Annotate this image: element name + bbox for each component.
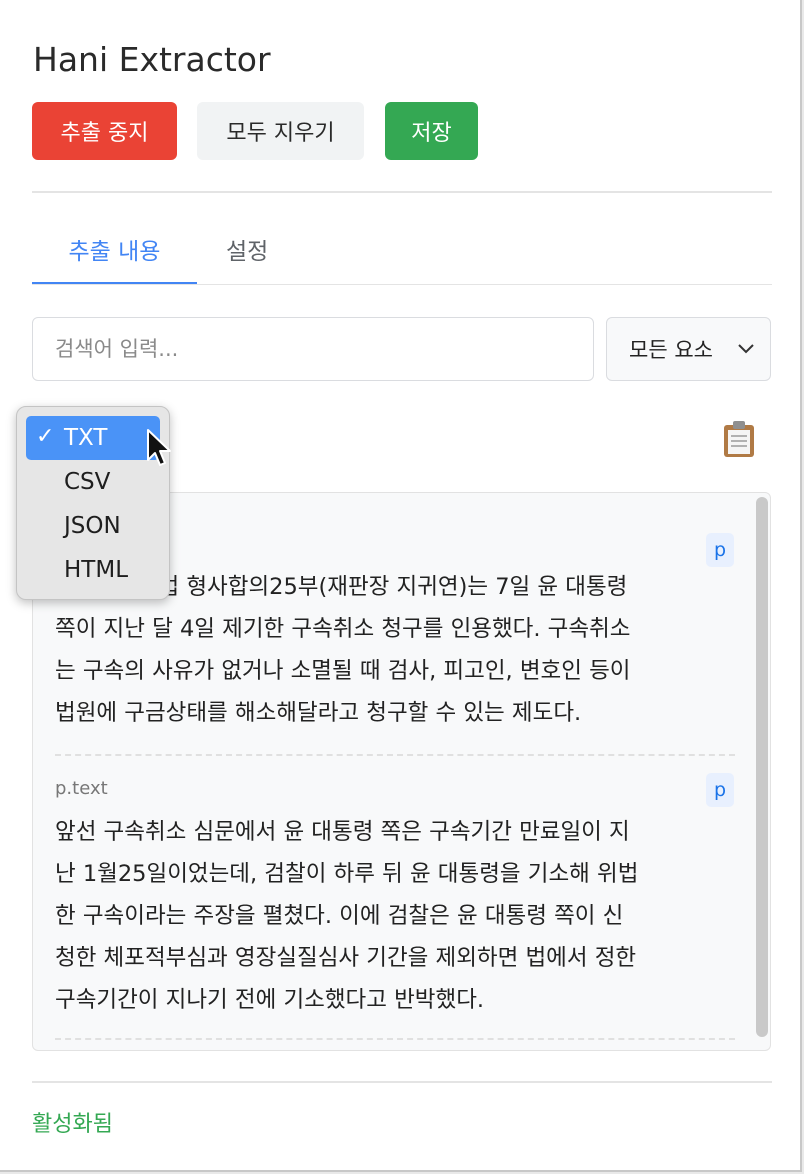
chevron-down-icon [738, 344, 754, 354]
menu-item-label: JSON [64, 513, 121, 539]
save-button[interactable]: 저장 [385, 102, 478, 160]
footer-divider [32, 1081, 772, 1083]
menu-item-label: CSV [64, 469, 111, 495]
header-divider [32, 191, 772, 193]
item-line: 구속기간이 지나기 전에 기소했다고 반박했다. [55, 987, 485, 1013]
item-separator [55, 1038, 735, 1040]
menu-item-label: TXT [64, 425, 108, 451]
mouse-cursor-icon [147, 429, 171, 466]
extension-popup: Hani Extractor 추출 중지 모두 지우기 저장 추출 내용 설정 … [0, 0, 802, 1172]
element-type-badge: p [706, 533, 734, 567]
element-type-badge: p [706, 773, 734, 807]
app-title: Hani Extractor [33, 40, 271, 79]
item-line: 는 구속의 사유가 없거나 소멸될 때 검사, 피고인, 변호인 등이 [55, 658, 631, 684]
tab-settings[interactable]: 설정 [226, 232, 268, 266]
stop-extraction-button[interactable]: 추출 중지 [32, 102, 177, 160]
scrollbar[interactable] [756, 497, 768, 1037]
status-text: 활성화됨 [32, 1112, 113, 1137]
item-selector-tag: p.text [55, 778, 108, 799]
list-item: p.text 앞선 구속취소 심문에서 윤 대통령 쪽은 구속기간 만료일이 지… [55, 778, 735, 1021]
menu-item-label: HTML [64, 557, 129, 583]
tabs-divider [32, 284, 772, 285]
item-line: 난 1월25일이었는데, 검찰이 하루 뒤 윤 대통령을 기소해 위법 [55, 861, 639, 887]
element-filter-value: 모든 요소 [629, 338, 713, 362]
item-line: 앞선 구속취소 심문에서 윤 대통령 쪽은 구속기간 만료일이 지 [55, 819, 630, 845]
clear-all-button[interactable]: 모두 지우기 [197, 102, 364, 160]
menu-item-csv[interactable]: CSV [26, 460, 160, 504]
item-line: 한 구속이라는 주장을 펼쳤다. 이에 검찰은 윤 대통령 쪽이 신 [55, 903, 624, 929]
item-text: 앞선 구속취소 심문에서 윤 대통령 쪽은 구속기간 만료일이 지 난 1월25… [55, 811, 735, 1021]
menu-item-json[interactable]: JSON [26, 504, 160, 548]
item-line: 청한 체포적부심과 영장실질심사 기간을 제외하면 법에서 정한 [55, 945, 637, 971]
menu-item-html[interactable]: HTML [26, 548, 160, 592]
item-separator [55, 754, 735, 756]
checkmark-icon: ✓ [36, 424, 55, 449]
search-input[interactable] [32, 317, 594, 381]
menu-item-txt[interactable]: ✓ TXT [26, 416, 160, 460]
item-line: 쪽이 지난 달 4일 제기한 구속취소 청구를 인용했다. 구속취소 [55, 616, 631, 642]
element-filter-select[interactable]: 모든 요소 [606, 317, 771, 381]
item-line: 법원에 구금상태를 해소해달라고 청구할 수 있는 제도다. [55, 700, 582, 726]
tab-extracted-content[interactable]: 추출 내용 [32, 232, 197, 266]
clipboard-icon[interactable] [722, 420, 756, 458]
